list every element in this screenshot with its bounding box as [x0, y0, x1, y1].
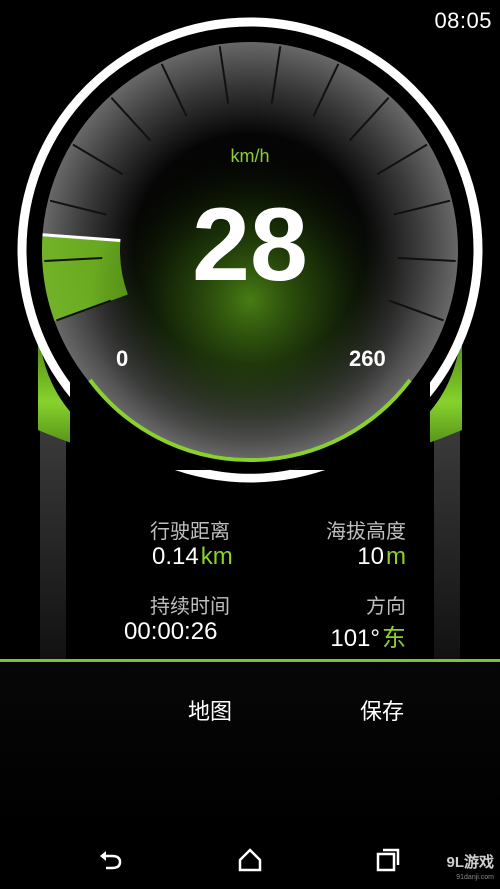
action-panel	[0, 662, 500, 830]
direction-degrees: 101°	[330, 625, 380, 652]
speed-unit-label: km/h	[230, 146, 270, 166]
altitude-number: 10	[357, 543, 384, 570]
duration-value: 00:00:26	[124, 618, 218, 645]
system-nav-bar	[0, 830, 500, 889]
home-icon[interactable]	[234, 844, 266, 876]
back-icon[interactable]	[96, 844, 128, 876]
altitude-label: 海拔高度	[326, 521, 406, 543]
left-frame	[40, 430, 66, 660]
recents-icon[interactable]	[372, 844, 404, 876]
speed-readout: 28	[192, 187, 308, 303]
distance-unit: km	[200, 543, 233, 570]
direction-cardinal: 东	[382, 625, 406, 652]
speedometer-screen: 08:05 km/h 28 0 260 行驶距离 0.14km 海拔高度 10m…	[0, 0, 500, 889]
altitude-unit: m	[386, 543, 406, 570]
save-button[interactable]: 保存	[360, 694, 404, 726]
distance-label: 行驶距离	[150, 521, 230, 543]
distance-value: 0.14km	[152, 543, 233, 571]
map-button[interactable]: 地图	[188, 694, 232, 726]
altitude-value: 10m	[300, 543, 406, 571]
distance-number: 0.14	[152, 543, 199, 570]
direction-value: 101°东	[300, 618, 406, 653]
gauge-min-label: 0	[116, 346, 129, 371]
speed-gauge	[17, 17, 483, 660]
right-frame	[434, 430, 460, 660]
duration-label: 持续时间	[150, 596, 230, 618]
watermark-logo: 9L游戏 91danji.com	[446, 854, 494, 881]
gauge-max-label: 260	[349, 346, 386, 371]
direction-label: 方向	[366, 596, 406, 618]
